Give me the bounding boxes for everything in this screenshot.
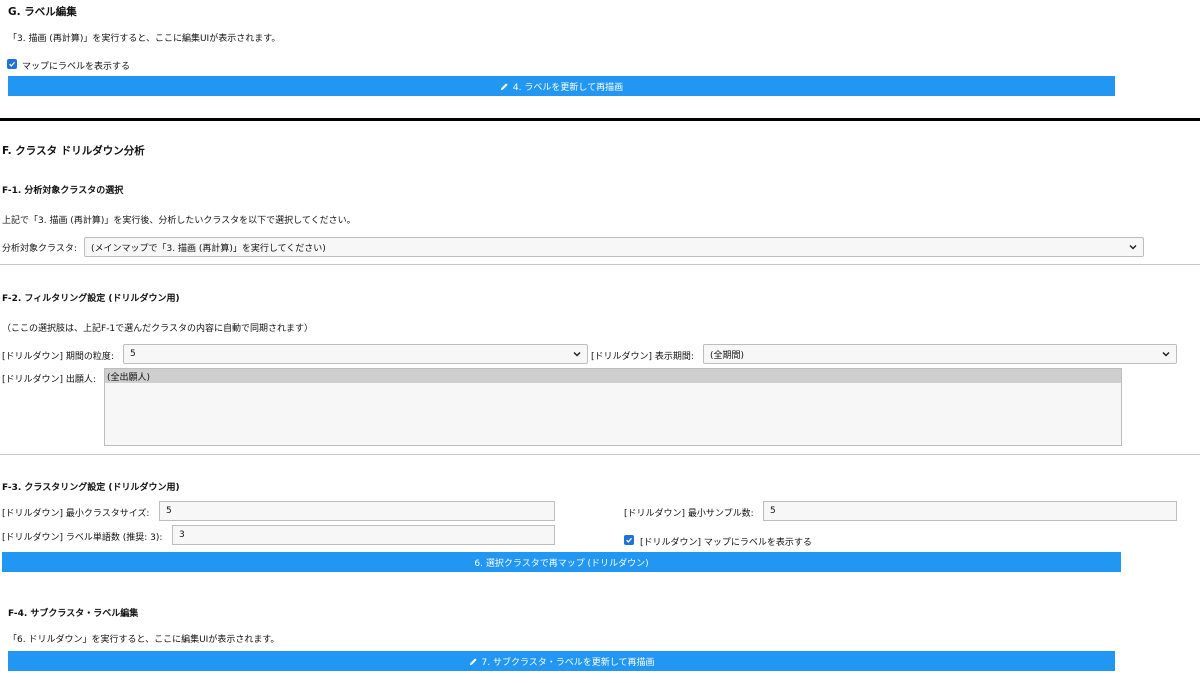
label-word-count-input[interactable]: 3	[172, 525, 555, 545]
label-word-count-label: [ドリルダウン] ラベル単語数 (推奨: 3):	[2, 533, 163, 543]
applicant-listbox[interactable]: (全出願人)	[104, 368, 1122, 446]
pencil-icon	[500, 82, 508, 90]
section-f3-title: F-3. クラスタリング設定 (ドリルダウン用)	[2, 483, 180, 493]
drilldown-remap-button-label: 6. 選択クラスタで再マップ (ドリルダウン)	[474, 558, 649, 569]
granularity-select-value: 5	[130, 349, 136, 359]
update-labels-button[interactable]: 4. ラベルを更新して再描画	[8, 76, 1115, 96]
label-word-count-value: 3	[179, 530, 185, 540]
min-samples-label: [ドリルダウン] 最小サンプル数:	[624, 509, 754, 519]
min-samples-value: 5	[770, 506, 776, 516]
period-label: [ドリルダウン] 表示期間:	[591, 352, 694, 362]
section-g-title: G. ラベル編集	[8, 6, 77, 18]
section-f2-title: F-2. フィルタリング設定 (ドリルダウン用)	[2, 294, 180, 304]
section-f2-note: （ここの選択肢は、上記F-1で選んだクラスタの内容に自動で同期されます）	[2, 324, 313, 334]
divider	[0, 264, 1200, 265]
chevron-down-icon	[573, 351, 581, 357]
min-cluster-size-value: 5	[166, 506, 172, 516]
min-cluster-size-input[interactable]: 5	[159, 501, 555, 521]
drilldown-show-labels-label: [ドリルダウン] マップにラベルを表示する	[640, 538, 812, 548]
pencil-icon	[469, 657, 477, 665]
section-f1-title: F-1. 分析対象クラスタの選択	[2, 186, 124, 196]
update-subcluster-labels-button-label: 7. サブクラスタ・ラベルを更新して再描画	[481, 657, 655, 668]
granularity-label: [ドリルダウン] 期間の粒度:	[2, 352, 114, 362]
granularity-select[interactable]: 5	[123, 344, 588, 364]
section-f-title: F. クラスタ ドリルダウン分析	[2, 145, 145, 157]
section-divider-thick	[0, 118, 1200, 121]
min-samples-input[interactable]: 5	[763, 501, 1177, 521]
g-show-labels-label: マップにラベルを表示する	[22, 62, 131, 72]
update-subcluster-labels-button[interactable]: 7. サブクラスタ・ラベルを更新して再描画	[8, 651, 1115, 671]
update-labels-button-label: 4. ラベルを更新して再描画	[512, 82, 624, 93]
divider	[0, 454, 1200, 455]
chevron-down-icon	[1129, 244, 1137, 250]
section-f4-note: 「6. ドリルダウン」を実行すると、ここに編集UIが表示されます。	[8, 635, 280, 645]
section-g-note: 「3. 描画 (再計算)」を実行すると、ここに編集UIが表示されます。	[8, 34, 281, 44]
applicant-option[interactable]: (全出願人)	[105, 369, 1121, 383]
drilldown-remap-button[interactable]: 6. 選択クラスタで再マップ (ドリルダウン)	[2, 552, 1121, 572]
g-show-labels-checkbox[interactable]	[7, 59, 17, 69]
check-icon	[626, 537, 633, 543]
section-f1-note: 上記で「3. 描画 (再計算)」を実行後、分析したいクラスタを以下で選択してくだ…	[2, 216, 356, 226]
min-cluster-size-label: [ドリルダウン] 最小クラスタサイズ:	[2, 509, 150, 519]
cluster-select-label: 分析対象クラスタ:	[2, 244, 77, 254]
cluster-select-value: (メインマップで「3. 描画 (再計算)」を実行してください)	[91, 243, 326, 254]
drilldown-show-labels-checkbox[interactable]	[624, 535, 634, 545]
period-select-value: (全期間)	[710, 350, 745, 361]
applicant-label: [ドリルダウン] 出願人:	[2, 375, 96, 385]
chevron-down-icon	[1162, 351, 1170, 357]
check-icon	[9, 61, 16, 67]
period-select[interactable]: (全期間)	[703, 344, 1177, 364]
section-f4-title: F-4. サブクラスタ・ラベル編集	[8, 609, 139, 619]
cluster-select[interactable]: (メインマップで「3. 描画 (再計算)」を実行してください)	[84, 237, 1144, 257]
